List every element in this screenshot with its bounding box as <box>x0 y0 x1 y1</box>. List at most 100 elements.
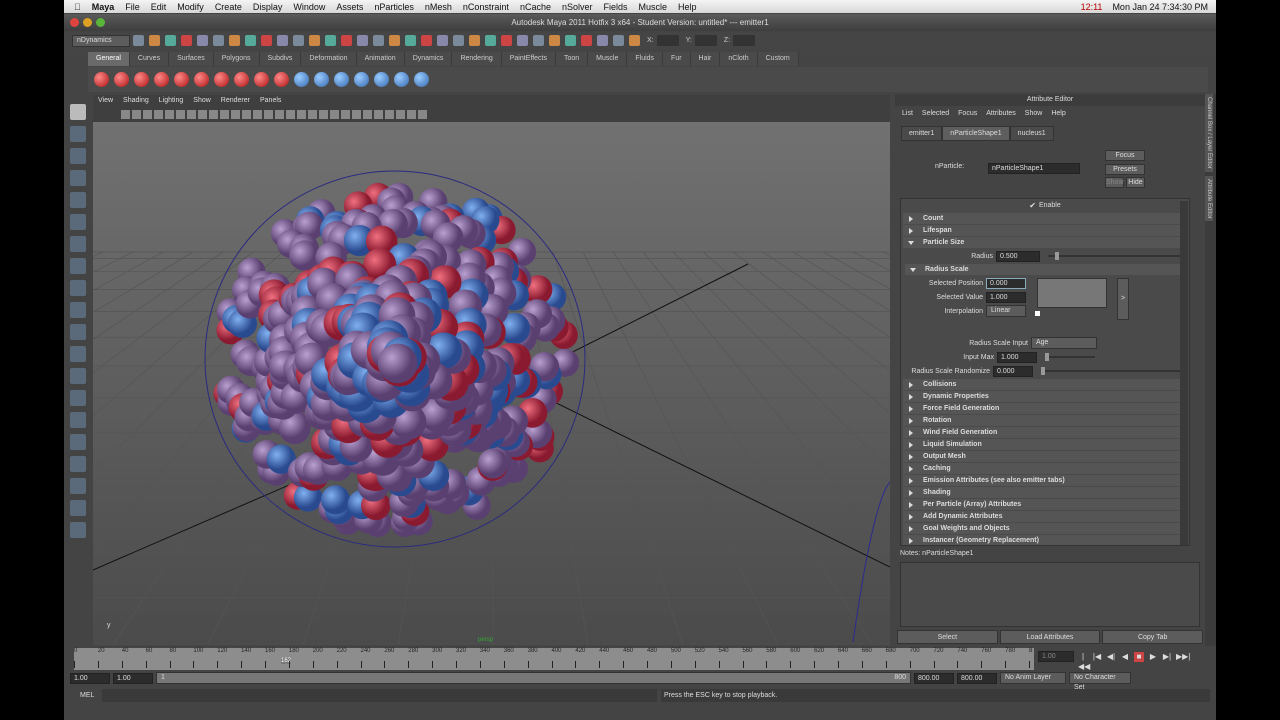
focus-button[interactable]: Focus <box>1105 150 1145 161</box>
viewport-icon[interactable] <box>132 109 141 119</box>
section-item[interactable]: Goal Weights and Objects <box>903 523 1187 534</box>
shelf-tool-icon[interactable] <box>374 72 389 87</box>
shelf-tool-icon[interactable] <box>134 72 149 87</box>
viewport-icon[interactable] <box>231 109 240 119</box>
shelf-tool-icon[interactable] <box>414 72 429 87</box>
selected-position-field[interactable]: 0.000 <box>986 277 1026 289</box>
shelf-tool-icon[interactable] <box>274 72 289 87</box>
menu-assets[interactable]: Assets <box>336 2 363 12</box>
tool-icon[interactable] <box>70 522 86 538</box>
toolbar-icon[interactable] <box>389 35 400 46</box>
tool-icon[interactable] <box>70 214 86 230</box>
step-back-key-button[interactable]: |◀ <box>1092 652 1102 662</box>
randomize-slider[interactable] <box>1041 367 1181 375</box>
tool-icon[interactable] <box>70 478 86 494</box>
toolbar-icon[interactable] <box>613 35 624 46</box>
tool-icon[interactable] <box>70 456 86 472</box>
z-input[interactable] <box>733 35 756 46</box>
tool-icon[interactable] <box>70 280 86 296</box>
viewport-icon[interactable] <box>341 109 350 119</box>
shelf-tool-icon[interactable] <box>314 72 329 87</box>
menu-nconstraint[interactable]: nConstraint <box>463 2 509 12</box>
toolbar-icon[interactable] <box>469 35 480 46</box>
ae-menu-show[interactable]: Show <box>1025 106 1043 122</box>
x-input[interactable] <box>656 35 679 46</box>
shelf-tab-painteffects[interactable]: PaintEffects <box>501 52 556 66</box>
section-radius-scale[interactable]: Radius Scale <box>905 264 1187 275</box>
viewport-icon[interactable] <box>187 109 196 119</box>
viewport-icon[interactable] <box>330 109 339 119</box>
toolbar-icon[interactable] <box>501 35 512 46</box>
range-slider[interactable]: 1 800 <box>156 672 911 684</box>
clock[interactable]: Mon Jan 24 7:34:30 PM <box>1112 2 1208 12</box>
viewport-icon[interactable] <box>209 109 218 119</box>
toolbar-icon[interactable] <box>245 35 256 46</box>
3d-view[interactable]: y persp <box>0 122 1280 646</box>
end-time-field[interactable]: 800.00 <box>957 672 997 684</box>
radius-field[interactable]: 0.500 <box>996 250 1040 262</box>
tool-icon[interactable] <box>70 434 86 450</box>
toolbar-icon[interactable] <box>181 35 192 46</box>
viewport-menu-show[interactable]: Show <box>193 95 211 107</box>
ae-tab-emitter1[interactable]: emitter1 <box>901 126 943 141</box>
step-forward-button[interactable]: ▶| <box>1162 652 1172 662</box>
side-tab[interactable]: Channel Box / Layer Editor <box>1205 94 1213 172</box>
section-item[interactable]: Force Field Generation <box>903 403 1187 414</box>
viewport-icon[interactable] <box>374 109 383 119</box>
radius-slider[interactable] <box>1048 252 1188 260</box>
menu-window[interactable]: Window <box>293 2 325 12</box>
tool-icon[interactable] <box>70 500 86 516</box>
toolbar-icon[interactable] <box>277 35 288 46</box>
section-item[interactable]: Instancer (Geometry Replacement) <box>903 535 1187 545</box>
current-frame-field[interactable]: 1.00 <box>1038 651 1074 662</box>
section-item[interactable]: Liquid Simulation <box>903 439 1187 450</box>
shelf-tool-icon[interactable] <box>154 72 169 87</box>
viewport-icon[interactable] <box>407 109 416 119</box>
toolbar-icon[interactable] <box>533 35 544 46</box>
tool-icon[interactable] <box>70 104 86 120</box>
ramp-color-swatch[interactable] <box>1035 311 1040 316</box>
toolbar-icon[interactable] <box>421 35 432 46</box>
selected-value-field[interactable]: 1.000 <box>986 291 1026 303</box>
mel-label[interactable]: MEL <box>70 692 98 699</box>
battery-status[interactable]: 12:11 <box>1081 2 1103 12</box>
tool-icon[interactable] <box>70 346 86 362</box>
playback-start-field[interactable]: 1.00 <box>113 672 153 684</box>
menu-nsolver[interactable]: nSolver <box>562 2 593 12</box>
section-item[interactable]: Caching <box>903 463 1187 474</box>
stop-button[interactable]: ■ <box>1134 651 1144 662</box>
toolbar-icon[interactable] <box>149 35 160 46</box>
tool-icon[interactable] <box>70 368 86 384</box>
toolbar-icon[interactable] <box>261 35 272 46</box>
viewport-icon[interactable] <box>264 109 273 119</box>
tool-icon[interactable] <box>70 148 86 164</box>
enable-checkbox[interactable]: ✔ <box>1029 201 1036 210</box>
ae-menu-help[interactable]: Help <box>1051 106 1065 122</box>
viewport-icon[interactable] <box>319 109 328 119</box>
shelf-tab-rendering[interactable]: Rendering <box>452 52 502 66</box>
toolbar-icon[interactable] <box>549 35 560 46</box>
input-max-slider[interactable] <box>1045 353 1095 361</box>
toolbar-icon[interactable] <box>565 35 576 46</box>
tool-icon[interactable] <box>70 390 86 406</box>
close-button[interactable] <box>70 18 79 27</box>
section-count[interactable]: Count <box>903 213 1187 224</box>
interpolation-dropdown[interactable]: Linear <box>986 305 1026 317</box>
viewport-icon[interactable] <box>121 109 130 119</box>
menu-fields[interactable]: Fields <box>603 2 627 12</box>
radius-scale-input-dropdown[interactable]: Age <box>1031 337 1097 349</box>
shelf-tab-custom[interactable]: Custom <box>757 52 799 66</box>
ae-menu-selected[interactable]: Selected <box>922 106 949 122</box>
ramp-graph[interactable] <box>1037 278 1107 308</box>
viewport-icon[interactable] <box>242 109 251 119</box>
step-back-button[interactable]: ◀| <box>1106 652 1116 662</box>
tool-icon[interactable] <box>70 192 86 208</box>
minimize-button[interactable] <box>83 18 92 27</box>
toolbar-icon[interactable] <box>453 35 464 46</box>
zoom-button[interactable] <box>96 18 105 27</box>
toolbar-icon[interactable] <box>213 35 224 46</box>
shelf-tab-fluids[interactable]: Fluids <box>627 52 664 66</box>
ae-tab-nparticleshape1[interactable]: nParticleShape1 <box>942 126 1010 141</box>
viewport-menu-shading[interactable]: Shading <box>123 95 149 107</box>
viewport-icon[interactable] <box>385 109 394 119</box>
